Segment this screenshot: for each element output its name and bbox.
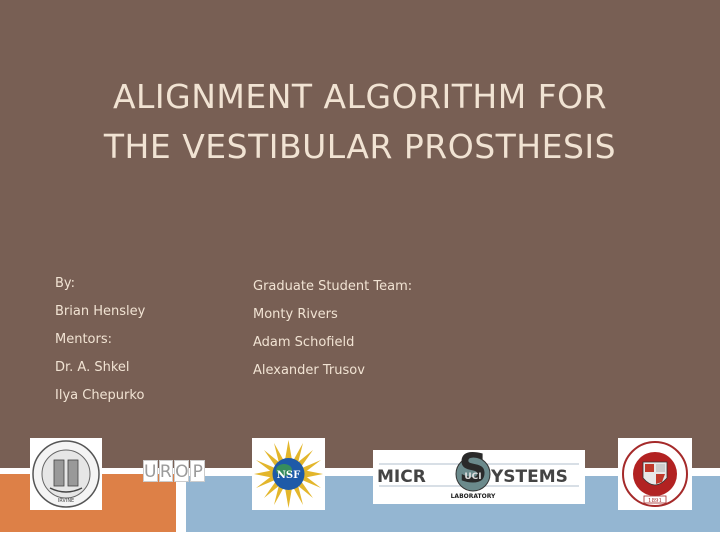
nsf-logo: NSF bbox=[252, 438, 325, 510]
uci-seal-logo: IRVINE bbox=[30, 438, 102, 510]
svg-text:YSTEMS: YSTEMS bbox=[490, 467, 568, 487]
svg-text:IRVINE: IRVINE bbox=[58, 498, 74, 504]
svg-text:NSF: NSF bbox=[277, 470, 300, 481]
team-member: Adam Schofield bbox=[253, 335, 355, 350]
urop-logo: U R O P bbox=[143, 460, 205, 482]
svg-text:UCI: UCI bbox=[464, 472, 481, 482]
mentors-label: Mentors: bbox=[55, 332, 113, 347]
urop-letter: O bbox=[174, 460, 190, 482]
svg-text:S: S bbox=[459, 450, 488, 492]
microsystems-lab-logo: S MICR UCI YSTEMS LABORATORY bbox=[373, 450, 585, 504]
urop-letter: U bbox=[143, 460, 158, 482]
team-member: Alexander Trusov bbox=[253, 363, 365, 378]
seattle-university-seal-logo: 1891 bbox=[618, 438, 692, 510]
title-line-2: THE VESTIBULAR PROSTHESIS bbox=[103, 127, 617, 166]
mentor-name: Ilya Chepurko bbox=[55, 388, 145, 403]
team-label: Graduate Student Team: bbox=[253, 279, 413, 294]
svg-text:MICR: MICR bbox=[377, 467, 426, 487]
team-member: Monty Rivers bbox=[253, 307, 338, 322]
urop-letter: R bbox=[158, 460, 174, 482]
slide-title: ALIGNMENT ALGORITHM FOR THE VESTIBULAR P… bbox=[0, 72, 720, 172]
svg-text:1891: 1891 bbox=[648, 498, 662, 504]
author-name: Brian Hensley bbox=[55, 304, 146, 319]
author-column: By: Brian Hensley Mentors: Dr. A. Shkel … bbox=[55, 270, 145, 410]
svg-text:LABORATORY: LABORATORY bbox=[451, 493, 496, 500]
mentor-name: Dr. A. Shkel bbox=[55, 360, 130, 375]
title-line-1: ALIGNMENT ALGORITHM FOR bbox=[112, 77, 608, 116]
team-column: Graduate Student Team: Monty Rivers Adam… bbox=[253, 273, 412, 385]
urop-letter: P bbox=[190, 460, 205, 482]
by-label: By: bbox=[55, 276, 76, 291]
